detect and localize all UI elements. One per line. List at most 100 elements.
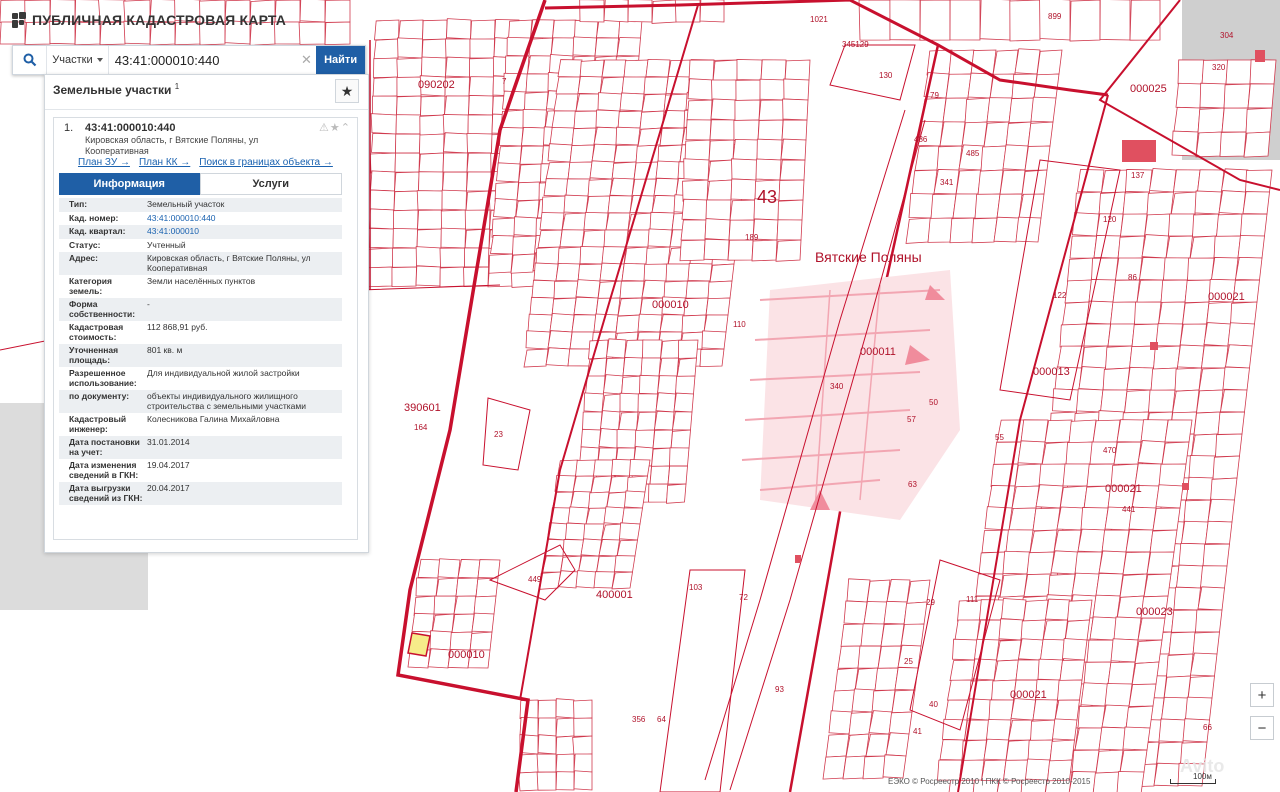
parcel [1243, 131, 1271, 158]
parcel [1163, 675, 1191, 700]
parcel [573, 699, 593, 720]
search-type-select[interactable]: Участки [47, 46, 109, 74]
parcel [608, 475, 630, 494]
parcel [469, 57, 495, 79]
parcel [1027, 739, 1053, 761]
parcel [1202, 543, 1230, 567]
parcel [372, 76, 398, 98]
parcel [640, 357, 661, 377]
tab-info[interactable]: Информация [59, 173, 200, 195]
parcel [974, 193, 1001, 219]
parcel [1155, 323, 1183, 347]
parcel [1177, 59, 1205, 85]
parcel [990, 463, 1019, 487]
selected-parcel-440[interactable] [407, 632, 431, 657]
parcel [903, 601, 928, 626]
zoom-out-button[interactable]: − [1250, 716, 1274, 740]
parcel [993, 216, 1020, 243]
parcel-label: 50 [929, 398, 938, 407]
parcel [854, 667, 879, 692]
parcel [757, 119, 784, 141]
parcel [993, 441, 1022, 465]
parcel [657, 144, 683, 164]
parcel [636, 411, 657, 431]
parcel [391, 266, 417, 288]
result-cad-number[interactable]: 43:41:000010:440 [85, 122, 176, 134]
parcel [1146, 191, 1174, 216]
link-plan-kk[interactable]: План КК → [139, 157, 190, 168]
parcel [1035, 484, 1064, 509]
parcel [572, 36, 597, 57]
parcel [1173, 586, 1201, 611]
quarter-label: 400001 [596, 589, 633, 601]
parcel [496, 162, 521, 183]
parcel [939, 121, 966, 147]
parcel [613, 144, 639, 163]
search-type-label: Участки [52, 54, 93, 66]
clear-icon[interactable]: ✕ [297, 46, 317, 74]
parcel [557, 246, 583, 266]
parcel [780, 138, 807, 161]
parcel-label: 23 [494, 430, 503, 439]
quarter-label: 000011 [860, 346, 896, 358]
link-search-in-bounds[interactable]: Поиск в границах объекта → [199, 157, 333, 168]
parcel [577, 75, 603, 95]
search-button[interactable]: Найти [316, 46, 365, 74]
parcel [1122, 191, 1150, 216]
parcel [825, 733, 850, 758]
parcel [611, 161, 637, 181]
parcel [1050, 550, 1079, 575]
parcel [733, 119, 760, 141]
parcel [1174, 367, 1202, 392]
parcel [842, 755, 867, 780]
parcel [645, 58, 671, 78]
card-controls-icons[interactable]: ⚠★⌃ [319, 121, 351, 134]
info-row-value[interactable]: 43:41:000010:440 [147, 213, 342, 224]
parcel [1181, 520, 1209, 545]
parcel [512, 235, 537, 256]
parcel [1249, 59, 1277, 85]
info-row-value[interactable]: 43:41:000010 [147, 226, 342, 237]
parcel [1194, 190, 1222, 215]
parcel [1113, 616, 1142, 641]
parcel [415, 265, 441, 287]
tab-services[interactable]: Услуги [199, 173, 342, 195]
parcel [848, 711, 873, 736]
parcel [605, 212, 631, 231]
parcel [939, 739, 965, 761]
search-input[interactable] [108, 46, 297, 74]
parcel [655, 160, 681, 180]
parcel [471, 612, 495, 633]
parcel [433, 595, 457, 615]
parcel [651, 0, 677, 24]
link-plan-zu[interactable]: План ЗУ → [78, 157, 130, 168]
parcel [831, 689, 856, 714]
parcel [778, 179, 805, 201]
parcel [475, 577, 499, 598]
parcel [1183, 499, 1211, 524]
parcel [927, 217, 954, 243]
parcel [583, 392, 604, 413]
parcel [777, 199, 804, 222]
parcel [681, 198, 708, 221]
panel-title: Земельные участки 1 [53, 82, 179, 97]
parcel [911, 169, 938, 196]
parcel [1008, 97, 1035, 124]
parcel [641, 93, 667, 113]
parcel [1110, 638, 1139, 663]
search-icon[interactable] [13, 46, 48, 74]
parcel [701, 330, 727, 350]
parcel-label: 57 [907, 415, 916, 424]
parcel [652, 429, 673, 449]
parcel [1113, 441, 1142, 465]
parcel [621, 507, 643, 525]
parcel [537, 699, 557, 719]
parcel [900, 623, 925, 647]
parcel [585, 507, 607, 525]
parcel [759, 78, 786, 101]
zoom-in-button[interactable]: + [1250, 683, 1274, 707]
parcel [1218, 190, 1246, 215]
favorite-star-button[interactable]: ★ [335, 79, 359, 103]
parcel [573, 753, 593, 773]
parcel [1071, 572, 1100, 597]
